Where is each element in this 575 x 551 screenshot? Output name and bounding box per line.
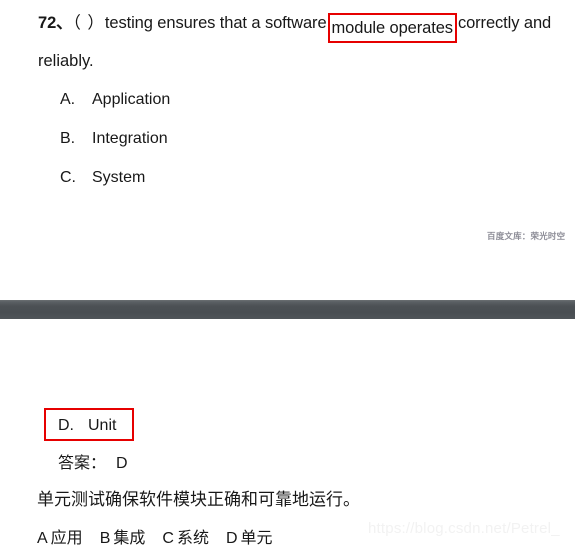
question-line-1: 72、（ ）testing ensures that a software mod…	[38, 8, 568, 43]
chinese-options-line: A 应用 B 集成 C 系统 D 单元	[37, 526, 290, 551]
boxed-choice-d-label: Unit	[88, 417, 117, 434]
cn-option-a-label: 应用	[50, 528, 83, 547]
choice-c-label: System	[92, 169, 146, 186]
question-number: 72、	[38, 14, 73, 32]
choice-b: B. Integration	[60, 126, 168, 152]
question-text-after: correctly and	[457, 14, 552, 32]
cn-option-d: D 单元	[226, 528, 273, 547]
answer-line: 答案： D	[58, 450, 128, 477]
explanation-text: 单元测试确保软件模块正确和可靠地运行。	[37, 490, 360, 510]
cn-option-d-label: 单元	[240, 528, 273, 547]
cn-option-c: C 系统	[162, 528, 209, 547]
cn-option-a: A 应用	[37, 528, 83, 547]
question-page-top: 72、（ ）testing ensures that a software mod…	[0, 0, 575, 300]
choice-c-letter: C.	[60, 169, 76, 186]
baidu-watermark: 百度文库：荣光时空	[487, 232, 566, 242]
csdn-watermark: https://blog.csdn.net/Petrel_	[368, 520, 560, 537]
page-separator-band	[0, 300, 575, 319]
answer-page-bottom: D. Unit 答案： D 单元测试确保软件模块正确和可靠地运行。 A 应用 B 集成 C 系…	[0, 319, 575, 551]
choice-b-letter: B.	[60, 130, 76, 147]
question-blank-parenthesis: （ ）	[72, 14, 105, 32]
choice-a-label: Application	[92, 91, 171, 108]
cn-option-a-letter: A	[37, 530, 48, 547]
choice-c: C. System	[60, 165, 145, 191]
answer-value: D	[116, 455, 128, 472]
cn-option-b: B 集成	[100, 528, 146, 547]
answer-label: 答案：	[58, 453, 107, 472]
boxed-choice-d-letter: D.	[58, 417, 74, 434]
question-line-2: reliably.	[38, 52, 94, 70]
cn-option-c-label: 系统	[176, 528, 209, 547]
boxed-choice-d: D. Unit	[44, 408, 134, 441]
document-page: 72、（ ）testing ensures that a software mod…	[0, 0, 575, 551]
cn-option-c-letter: C	[162, 530, 174, 547]
choice-a-letter: A.	[60, 91, 76, 108]
boxed-choice-d-text: D. Unit	[58, 414, 116, 438]
highlighted-phrase-text: module operates	[331, 19, 454, 37]
choice-b-label: Integration	[92, 130, 168, 147]
cn-option-d-letter: D	[225, 530, 238, 547]
choice-a: A. Application	[60, 87, 170, 113]
question-text-before: testing ensures that a software	[104, 14, 327, 32]
cn-option-b-label: 集成	[113, 528, 146, 547]
highlighted-phrase-box: module operates	[327, 13, 457, 43]
cn-option-b-letter: B	[99, 530, 111, 547]
